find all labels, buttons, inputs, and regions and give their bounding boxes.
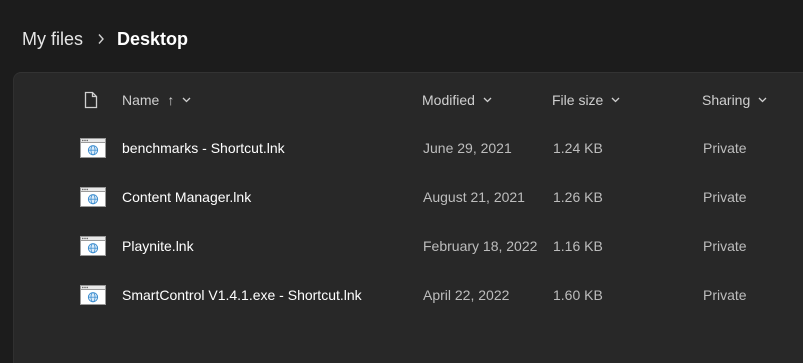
- file-name[interactable]: Playnite.lnk: [122, 223, 194, 269]
- file-row[interactable]: benchmarks - Shortcut.lnk June 29, 2021 …: [14, 125, 803, 171]
- file-name[interactable]: benchmarks - Shortcut.lnk: [122, 125, 285, 171]
- name-column-label: Name: [122, 92, 160, 108]
- file-size: 1.26 KB: [553, 189, 603, 205]
- sharing-column-header[interactable]: Sharing: [702, 83, 767, 117]
- modified-column-label: Modified: [422, 92, 475, 108]
- breadcrumb-my-files[interactable]: My files: [22, 29, 83, 50]
- file-modified: February 18, 2022: [423, 238, 538, 254]
- shortcut-file-icon: [80, 223, 106, 269]
- breadcrumb: My files Desktop: [22, 26, 188, 52]
- chevron-down-icon: [182, 97, 191, 103]
- file-row[interactable]: Content Manager.lnk August 21, 2021 1.26…: [14, 174, 803, 220]
- file-row[interactable]: SmartControl V1.4.1.exe - Shortcut.lnk A…: [14, 272, 803, 318]
- sort-ascending-icon: ↑: [167, 92, 175, 108]
- column-header-row: Name ↑ Modified File size Sharing: [14, 83, 803, 117]
- chevron-down-icon: [758, 97, 767, 103]
- shortcut-file-icon: [80, 272, 106, 318]
- file-sharing: Private: [703, 140, 747, 156]
- file-sharing: Private: [703, 287, 747, 303]
- file-type-icon: [84, 91, 98, 109]
- file-size-column-header[interactable]: File size: [552, 83, 620, 117]
- chevron-down-icon: [611, 97, 620, 103]
- chevron-down-icon: [483, 97, 492, 103]
- chevron-right-icon: [97, 33, 105, 45]
- file-modified: June 29, 2021: [423, 140, 512, 156]
- file-name[interactable]: Content Manager.lnk: [122, 174, 251, 220]
- file-size: 1.60 KB: [553, 287, 603, 303]
- file-list-panel: Name ↑ Modified File size Sharing benchm…: [13, 72, 803, 363]
- shortcut-file-icon: [80, 125, 106, 171]
- file-sharing: Private: [703, 189, 747, 205]
- file-size: 1.24 KB: [553, 140, 603, 156]
- file-name[interactable]: SmartControl V1.4.1.exe - Shortcut.lnk: [122, 272, 362, 318]
- name-column-header[interactable]: Name ↑: [122, 83, 191, 117]
- file-row[interactable]: Playnite.lnk February 18, 2022 1.16 KB P…: [14, 223, 803, 269]
- file-modified: April 22, 2022: [423, 287, 510, 303]
- breadcrumb-desktop: Desktop: [117, 28, 189, 49]
- sharing-column-label: Sharing: [702, 92, 751, 108]
- file-sharing: Private: [703, 238, 747, 254]
- file-size: 1.16 KB: [553, 238, 603, 254]
- file-modified: August 21, 2021: [423, 189, 525, 205]
- file-type-column-header[interactable]: [84, 83, 98, 117]
- shortcut-file-icon: [80, 174, 106, 220]
- modified-column-header[interactable]: Modified: [422, 83, 492, 117]
- file-size-column-label: File size: [552, 92, 604, 108]
